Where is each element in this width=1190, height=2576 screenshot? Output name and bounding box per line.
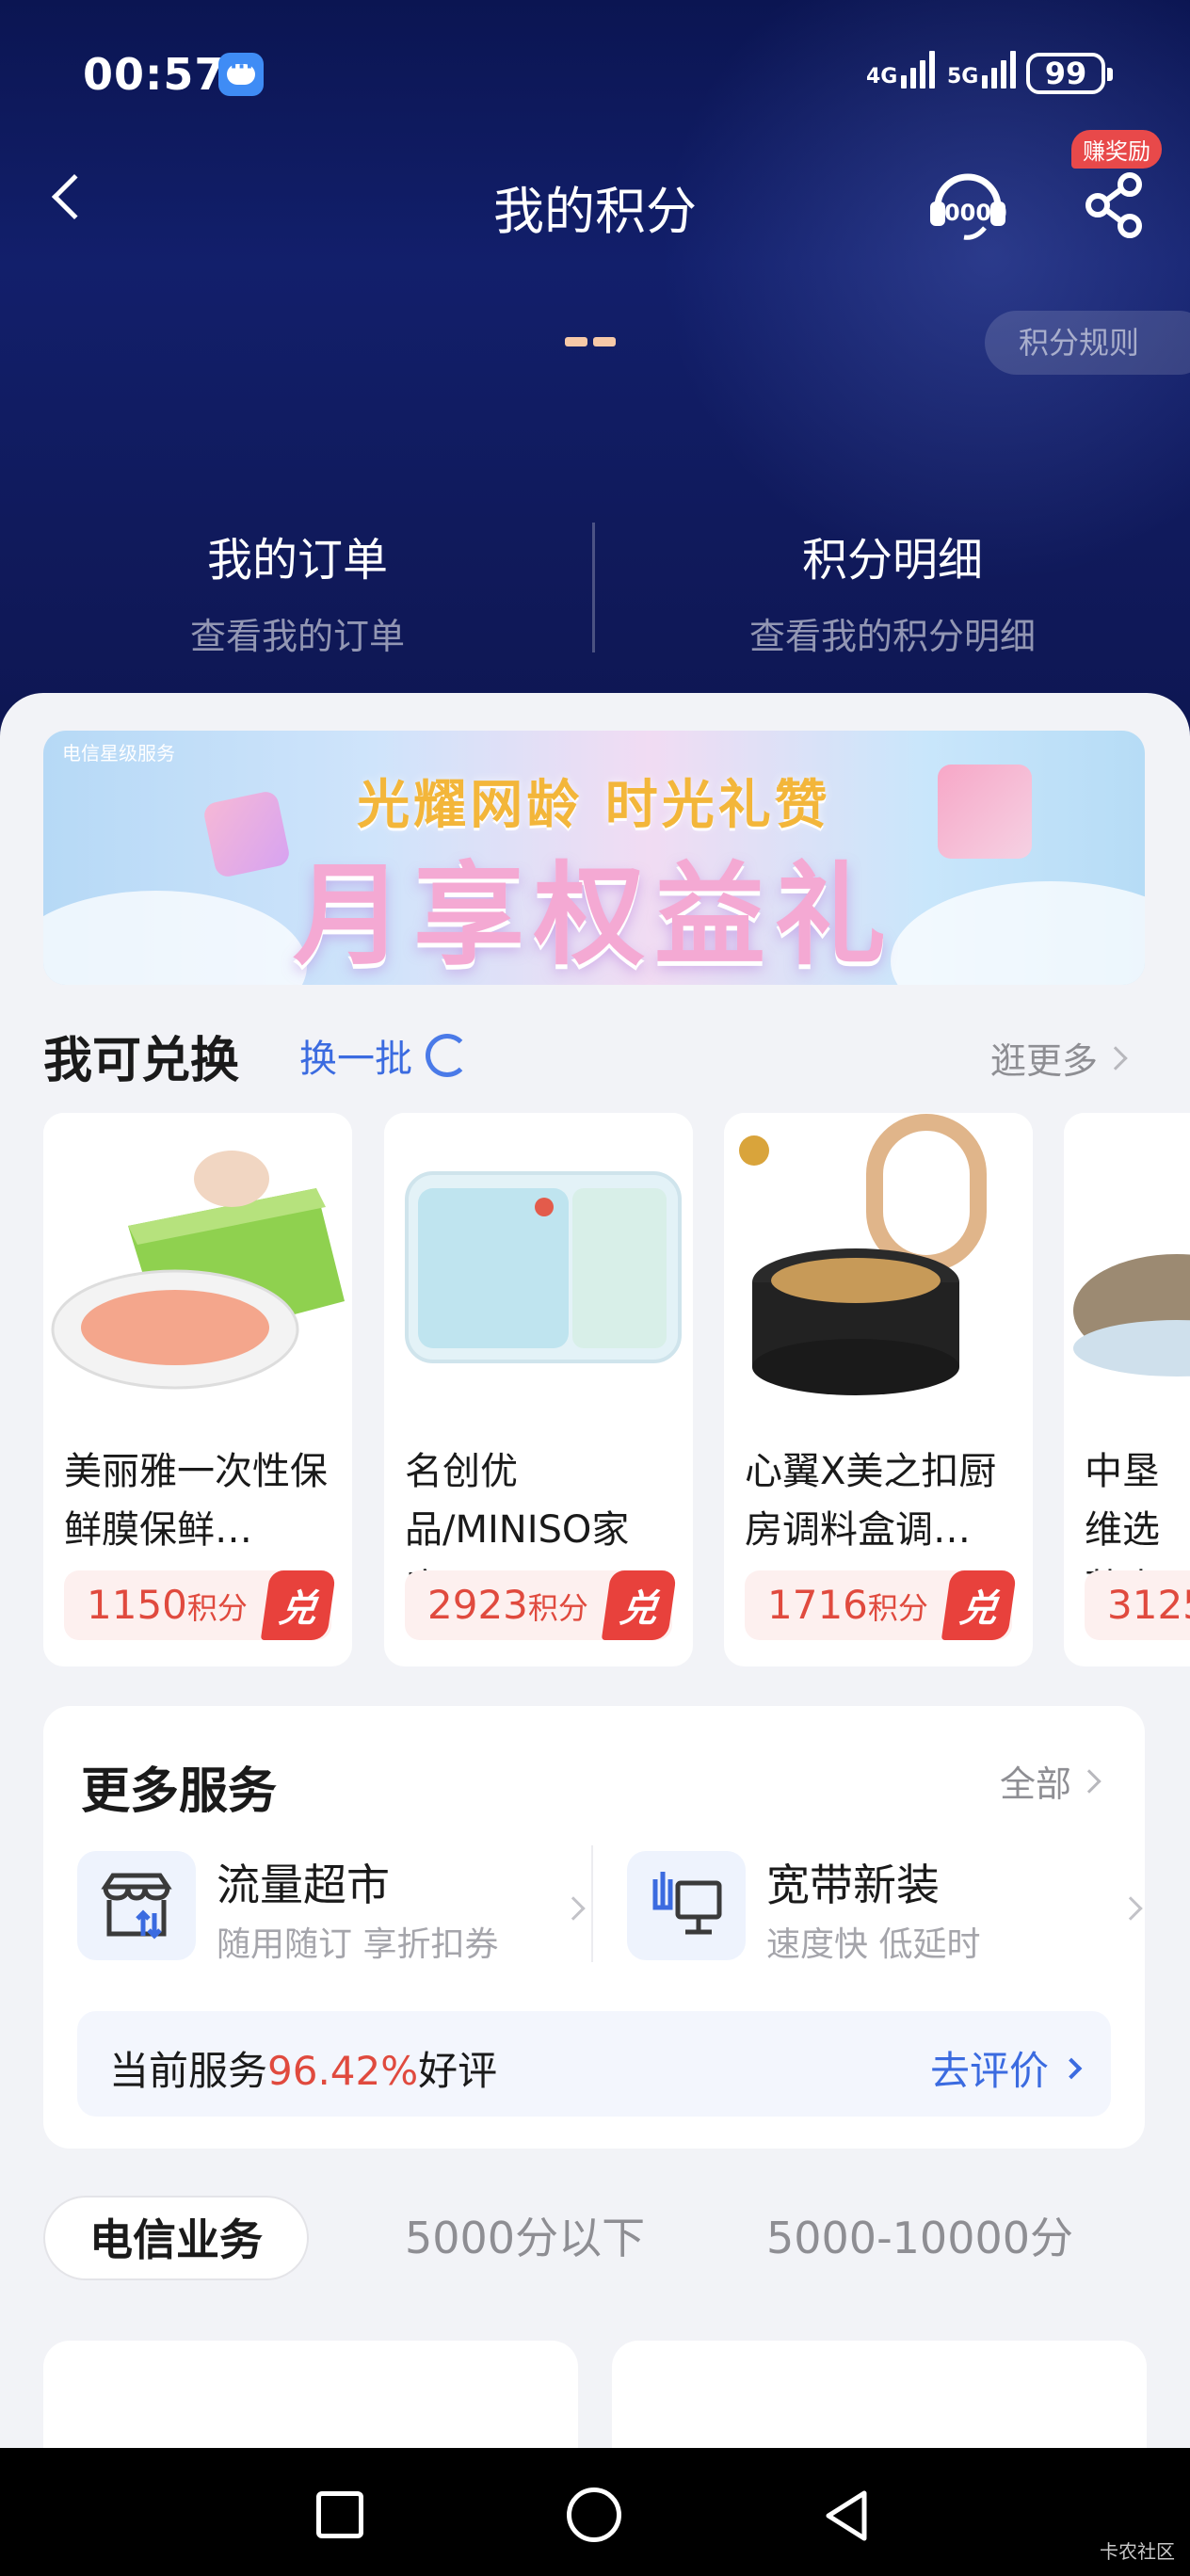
service-desc: 随用随订 享折扣券 [217,1925,499,1964]
net-label-5g: 5G [947,65,979,89]
signal-4g-icon: 4G [866,51,936,89]
my-orders-subtitle: 查看我的订单 [189,616,405,657]
message-notification-icon [218,53,264,96]
exchange-button[interactable]: 兑 [601,1570,678,1640]
svg-text:10000: 10000 [928,200,1007,226]
points-unit: 积分 [186,1590,248,1626]
rating-percent: 96.42% [267,2048,419,2094]
net-label-4g: 4G [866,65,898,89]
price-tag: 1716积分 兑 [745,1570,1018,1640]
product-card[interactable]: 美丽雅一次性保鲜膜保鲜… 1150积分 兑 [43,1113,352,1666]
product-name: 美丽雅一次性保鲜膜保鲜… [64,1450,328,1552]
service-rating-bar: 当前服务96.42%好评 去评价 [77,2011,1111,2117]
battery-level: 99 [1044,56,1087,91]
rating-suffix: 好评 [418,2048,498,2094]
points-value: 1716 [767,1582,868,1628]
points-value: 2923 [427,1582,528,1628]
chevron-right-icon [1118,1896,1143,1921]
service-divider [591,1845,593,1962]
watermark: 卡农社区 [1100,2540,1175,2563]
signal-5g-icon: 5G [947,51,1017,89]
page-title: 我的积分 [493,182,697,241]
product-image [1064,1113,1190,1422]
rating-text: 当前服务96.42%好评 [109,2039,497,2097]
recent-apps-button[interactable] [316,2491,363,2538]
rating-prefix: 当前服务 [109,2048,268,2094]
browse-more-link[interactable]: 逛更多 [990,1032,1128,1084]
refresh-icon [426,1034,469,1077]
refresh-label: 换一批 [299,1038,412,1081]
browse-more-label: 逛更多 [990,1040,1099,1082]
chevron-right-icon [561,1896,586,1921]
product-image [384,1113,693,1422]
services-title: 更多服务 [81,1763,278,1820]
points-header: 00:57 4G 5G 99 我的积分 10000 赚奖励 积分规则 我的订单 [0,0,1190,753]
redeem-section-title: 我可兑换 [43,1033,240,1089]
service-traffic-market[interactable]: 流量超市 随用随订 享折扣券 [77,1843,604,1966]
banner-title: 月享权益礼 [292,850,895,980]
service-broadband[interactable]: 宽带新装 速度快 低延时 [627,1843,1154,1966]
exchange-button[interactable]: 兑 [260,1570,337,1640]
product-card[interactable]: 名创优品/MINISO家庭… 2923积分 兑 [384,1113,693,1666]
tab-5000-10000[interactable]: 5000-10000分 [766,2196,1073,2280]
headset-icon[interactable]: 10000 [928,166,1007,245]
service-desc: 速度快 低延时 [766,1925,981,1964]
points-value: 3125 [1107,1582,1190,1628]
points-unit: 积分 [527,1590,588,1626]
service-name: 宽带新装 [766,1860,940,1910]
chevron-right-icon [1103,1045,1128,1071]
services-all-label: 全部 [1000,1763,1072,1805]
chevron-right-icon [1077,1768,1102,1794]
product-card[interactable]: 心翼X美之扣厨房调料盒调… 1716积分 兑 [724,1113,1033,1666]
points-detail-link[interactable]: 积分明细 查看我的积分明细 [595,523,1190,659]
product-image [724,1113,1033,1422]
status-time: 00:57 [83,49,226,100]
points-value: 1150 [87,1582,187,1628]
service-name: 流量超市 [217,1860,390,1910]
tab-under-5000[interactable]: 5000分以下 [405,2196,645,2280]
points-rules-button[interactable]: 积分规则 [985,311,1190,375]
earn-reward-badge[interactable]: 赚奖励 [1071,130,1162,169]
tab-telecom[interactable]: 电信业务 [43,2196,309,2280]
rate-now-button[interactable]: 去评价 [929,2039,1083,2097]
home-button[interactable] [567,2487,621,2542]
more-services-card: 更多服务 全部 流量超市 随用随订 享折扣券 宽带新装 速度快 低延时 当前服务… [43,1706,1145,2149]
refresh-batch-button[interactable]: 换一批 [299,1028,469,1083]
battery-icon: 99 [1026,53,1113,94]
my-orders-link[interactable]: 我的订单 查看我的订单 [0,523,595,659]
exchange-button[interactable]: 兑 [941,1570,1018,1640]
chevron-right-icon [1060,2057,1083,2079]
my-orders-title: 我的订单 [206,534,388,587]
promo-banner[interactable]: 电信星级服务 光耀网龄 时光礼赞 月享权益礼 [43,731,1145,985]
broadband-icon [627,1851,746,1960]
price-tag: 2923积分 兑 [405,1570,678,1640]
rate-now-label: 去评价 [929,2048,1049,2094]
product-image [43,1113,352,1422]
system-back-button[interactable] [821,2487,872,2548]
points-detail-title: 积分明细 [801,534,983,587]
price-tag: 3125 [1085,1570,1190,1640]
store-icon [77,1851,196,1960]
services-all-link[interactable]: 全部 [1000,1755,1102,1807]
product-name: 心翼X美之扣厨房调料盒调… [745,1450,997,1552]
share-icon[interactable] [1083,171,1149,239]
carousel-dots [565,337,616,346]
points-detail-subtitle: 查看我的积分明细 [748,616,1036,657]
points-unit: 积分 [867,1590,928,1626]
price-tag: 1150积分 兑 [64,1570,337,1640]
banner-brand: 电信星级服务 [62,742,175,765]
product-card[interactable]: 中垦维选藜麦 3125 [1064,1113,1190,1666]
